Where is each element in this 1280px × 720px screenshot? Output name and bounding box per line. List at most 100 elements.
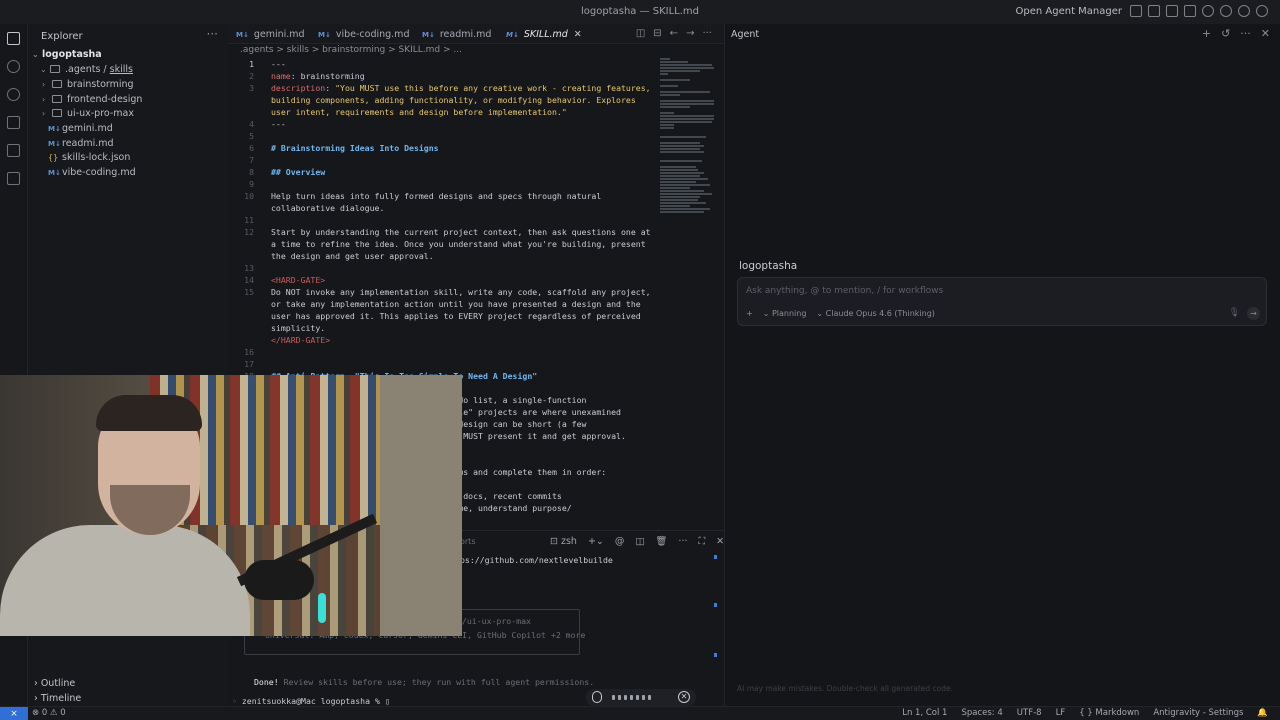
history-icon[interactable]: ↺ (1221, 27, 1230, 40)
microphone-icon[interactable] (592, 691, 602, 703)
close-tab-icon[interactable]: ✕ (574, 29, 582, 40)
code-line: simplicity. (228, 322, 658, 334)
problems-indicator[interactable]: ⊗ 0 ⚠ 0 (32, 708, 66, 718)
tree-folder-brainstorming[interactable]: › brainstorming (42, 78, 134, 92)
tab-ports[interactable]: orts (460, 537, 476, 546)
line-number: 14 (244, 275, 254, 285)
cursor-position[interactable]: Ln 1, Col 1 (902, 708, 947, 718)
language-mode[interactable]: { } Markdown (1079, 708, 1139, 718)
minimap-line (660, 199, 698, 201)
editor-more-icon[interactable]: ··· (702, 28, 712, 39)
model-select[interactable]: ⌄ Claude Opus 4.6 (Thinking) (816, 309, 935, 318)
split-editor-icon[interactable]: ⊟ (653, 28, 661, 39)
remote-explorer-icon[interactable] (7, 144, 20, 157)
status-bar: ⨯ ⊗ 0 ⚠ 0 Ln 1, Col 1 Spaces: 4 UTF-8 LF… (0, 706, 1280, 720)
account-avatar-icon[interactable] (1256, 5, 1268, 17)
terminal-prompt[interactable]: ◦ zenitsuokka@Mac logoptasha % ▯ (232, 696, 390, 706)
code-text: name: brainstorming (271, 71, 365, 81)
explorer-more-button[interactable]: ··· (207, 27, 218, 41)
split-terminal-icon[interactable]: ◫ (635, 536, 644, 547)
explorer-files-icon[interactable] (7, 32, 20, 45)
line-number: 13 (244, 263, 254, 273)
search-icon[interactable] (1202, 5, 1214, 17)
tree-file-readmi[interactable]: M↓readmi.md (48, 137, 114, 151)
markdown-file-icon: M↓ (48, 125, 61, 133)
minimap-line (660, 94, 680, 96)
end-of-line[interactable]: LF (1056, 708, 1066, 718)
tab-skill-md[interactable]: M↓ SKILL.md ✕ (506, 29, 582, 40)
chat-input[interactable] (746, 286, 1246, 296)
code-text: collaborative dialogue. (271, 203, 385, 213)
folder-icon (52, 95, 62, 103)
code-line: 10 Help turn ideas into fully formed desi… (228, 190, 658, 202)
go-back-icon[interactable]: ← (670, 28, 678, 39)
terminal-icon: ⊡ (550, 536, 561, 547)
mention-icon[interactable]: @ (615, 536, 625, 547)
tab-readmi[interactable]: M↓ readmi.md (422, 29, 491, 40)
minimap[interactable] (658, 58, 714, 214)
mode-select[interactable]: ⌄ Planning (763, 309, 807, 318)
markdown-file-icon: M↓ (48, 140, 61, 148)
stop-recording-icon[interactable]: ✕ (678, 691, 690, 703)
tree-file-gemini[interactable]: M↓gemini.md (48, 122, 113, 136)
code-line: user has approved it. This applies to EV… (228, 310, 658, 322)
toggle-panel-icon[interactable] (1148, 5, 1160, 17)
minimap-line (660, 61, 688, 63)
run-debug-icon[interactable] (7, 116, 20, 129)
search-icon[interactable] (7, 60, 20, 73)
tree-file-skills-lock[interactable]: {} skills-lock.json (48, 151, 130, 165)
minimap-line (660, 205, 690, 207)
minimap-line (660, 121, 712, 123)
agent-panel: Agent + ↺ ··· ✕ logoptasha + ⌄ Planning … (724, 24, 1280, 706)
timeline-section[interactable]: › Timeline (34, 693, 81, 704)
maximize-panel-icon[interactable]: ⛶ (698, 536, 705, 547)
tree-root-folder[interactable]: ⌄ logoptasha (32, 48, 102, 62)
code-text: Start by understanding the current proje… (271, 227, 651, 237)
folder-icon (52, 80, 62, 88)
outline-section[interactable]: › Outline (34, 678, 75, 689)
minimap-line (660, 166, 696, 168)
minimap-line (660, 190, 704, 192)
tree-folder-frontend-design[interactable]: › frontend-design (42, 93, 142, 107)
tree-folder-agents-skills[interactable]: ⌄ .agents / skills (40, 63, 133, 77)
tree-file-vibe-coding[interactable]: M↓vibe-coding.md (48, 166, 136, 180)
microphone-icon[interactable]: 🎙 (1229, 308, 1240, 318)
encoding[interactable]: UTF-8 (1017, 708, 1042, 718)
open-preview-icon[interactable]: ◫ (636, 28, 645, 39)
minimap-line (660, 79, 690, 81)
line-number: 6 (249, 143, 254, 153)
close-agent-icon[interactable]: ✕ (1261, 27, 1270, 40)
settings-gear-icon[interactable] (1238, 5, 1250, 17)
tab-gemini[interactable]: M↓ gemini.md (236, 29, 305, 40)
close-panel-icon[interactable]: ✕ (716, 536, 724, 547)
extensions-icon[interactable] (1220, 5, 1232, 17)
code-line: a time to refine the idea. Once you unde… (228, 238, 658, 250)
terminal-shell-label[interactable]: ⊡ zsh (550, 536, 577, 547)
terminal-more-icon[interactable]: ··· (678, 536, 687, 547)
agent-more-icon[interactable]: ··· (1240, 27, 1251, 40)
breadcrumb[interactable]: .agents > skills > brainstorming > SKILL… (240, 45, 462, 55)
code-line: the design and get user approval. (228, 250, 658, 262)
send-button[interactable]: → (1247, 307, 1260, 320)
layout-icon[interactable] (1184, 5, 1196, 17)
open-agent-manager-button[interactable]: Open Agent Manager (1016, 6, 1123, 17)
settings-status[interactable]: Antigravity - Settings (1153, 708, 1243, 718)
indentation[interactable]: Spaces: 4 (961, 708, 1002, 718)
kill-terminal-icon[interactable]: 🗑 (655, 536, 667, 547)
toggle-secondary-sidebar-icon[interactable] (1166, 5, 1178, 17)
toggle-sidebar-icon[interactable] (1130, 5, 1142, 17)
code-line: 8 ## Overview (228, 166, 658, 178)
line-number: 2 (249, 71, 254, 81)
minimap-line (660, 178, 708, 180)
notifications-bell-icon[interactable]: 🔔 (1257, 708, 1268, 718)
code-text: a time to refine the idea. Once you unde… (271, 239, 646, 249)
new-chat-icon[interactable]: + (1202, 27, 1211, 40)
extensions-icon[interactable] (7, 172, 20, 185)
tree-folder-ui-ux-pro-max[interactable]: › ui-ux-pro-max (42, 107, 134, 121)
source-control-icon[interactable] (7, 88, 20, 101)
go-forward-icon[interactable]: → (686, 28, 694, 39)
add-context-button[interactable]: + (746, 309, 753, 318)
tab-vibe-coding[interactable]: M↓ vibe-coding.md (318, 29, 409, 40)
new-terminal-icon[interactable]: +⌄ (588, 536, 604, 547)
remote-indicator-button[interactable]: ⨯ (0, 707, 28, 720)
